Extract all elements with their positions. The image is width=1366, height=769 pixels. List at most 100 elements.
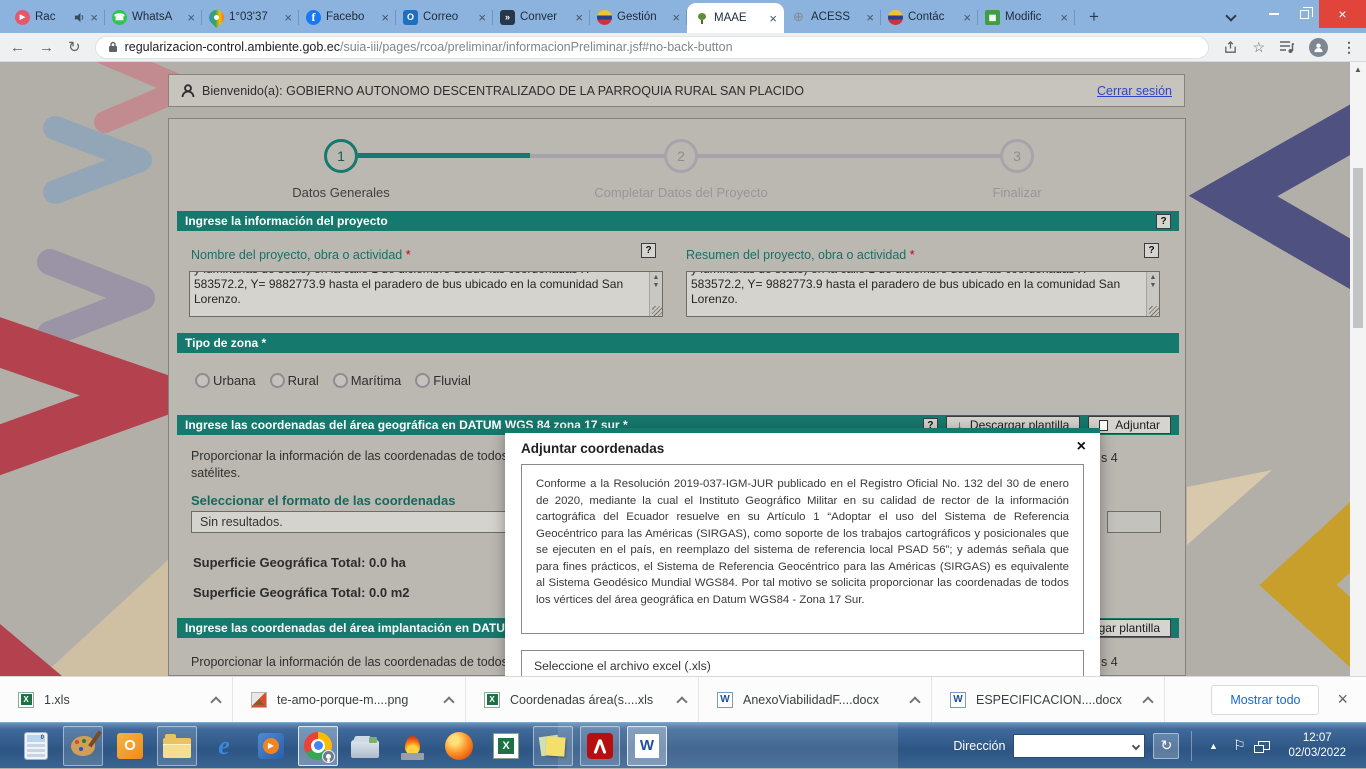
taskbar-excel-icon[interactable]: X <box>486 726 526 766</box>
chevron-up-icon[interactable] <box>676 696 687 707</box>
side-input-field[interactable] <box>1107 511 1161 533</box>
share-icon[interactable] <box>1223 40 1238 55</box>
tab-close-icon[interactable]: × <box>575 11 583 24</box>
browser-tab[interactable]: » Conver × <box>493 1 590 33</box>
download-item[interactable]: X Coordenadas área(s....xls <box>466 677 699 722</box>
bookmark-star-icon[interactable]: ☆ <box>1252 39 1265 56</box>
forward-icon[interactable]: → <box>39 40 54 55</box>
tab-close-icon[interactable]: × <box>1060 11 1068 24</box>
browser-tab-active[interactable]: MAAE × <box>687 3 784 33</box>
taskbar-chrome-icon[interactable] <box>298 726 338 766</box>
tab-search-chevron-icon[interactable] <box>1225 10 1236 21</box>
taskbar-icons: 0 O e ▶ X W <box>0 726 667 766</box>
go-refresh-button[interactable]: ↻ <box>1153 733 1179 759</box>
address-input[interactable] <box>1013 734 1145 758</box>
new-tab-button[interactable]: + <box>1081 4 1107 30</box>
maps-pin-icon <box>206 6 227 27</box>
browser-tab[interactable]: ☎ WhatsA × <box>105 1 202 33</box>
scroll-down-icon[interactable]: ▼ <box>1150 282 1157 289</box>
browser-tab[interactable]: Contác × <box>881 1 978 33</box>
taskbar-sticky-notes-icon[interactable] <box>533 726 573 766</box>
taskbar-burner-icon[interactable] <box>392 726 432 766</box>
browser-tab[interactable]: ▶ Rac × <box>8 1 105 33</box>
speaker-icon[interactable] <box>74 12 85 23</box>
help-button[interactable]: ? <box>641 243 656 258</box>
step-circle-3[interactable]: 3 <box>1000 139 1034 173</box>
chevron-up-icon[interactable] <box>909 696 920 707</box>
dialog-close-icon[interactable]: × <box>1077 438 1086 456</box>
file-select-field[interactable]: Seleccione el archivo excel (.xls) <box>521 650 1084 676</box>
download-item[interactable]: W ESPECIFICACION....docx <box>932 677 1165 722</box>
taskbar-media-player-icon[interactable]: ▶ <box>251 726 291 766</box>
network-icon[interactable] <box>1256 741 1274 750</box>
chevron-up-icon[interactable] <box>443 696 454 707</box>
download-item[interactable]: X 1.xls <box>0 677 233 722</box>
chevron-down-icon[interactable] <box>1132 741 1140 749</box>
taskbar-clock[interactable]: 12:07 02/03/2022 <box>1282 731 1358 761</box>
project-name-textarea[interactable]: y luminarias de sodio) en la calle 1 de … <box>189 271 663 317</box>
help-button[interactable]: ? <box>1144 243 1159 258</box>
help-button[interactable]: ? <box>1156 214 1171 229</box>
scroll-up-icon[interactable]: ▲ <box>653 274 660 281</box>
resize-handle[interactable] <box>652 306 662 316</box>
taskbar-outlook-icon[interactable]: O <box>110 726 150 766</box>
back-icon[interactable]: ← <box>10 40 25 55</box>
taskbar-firefox-icon[interactable] <box>439 726 479 766</box>
radio-fluvial[interactable] <box>415 373 430 388</box>
address-bar[interactable]: regularizacion-control.ambiente.gob.ec/s… <box>95 36 1210 59</box>
chevron-up-icon[interactable] <box>210 696 221 707</box>
minimize-button[interactable] <box>1259 0 1289 28</box>
profile-avatar[interactable] <box>1309 38 1328 57</box>
scrollbar-thumb[interactable] <box>1353 168 1363 328</box>
scrollbar-up-icon[interactable]: ▲ <box>1350 62 1366 76</box>
project-summary-textarea[interactable]: y luminarias de sodio) en la calle 1 de … <box>686 271 1160 317</box>
tab-close-icon[interactable]: × <box>187 11 195 24</box>
chevron-up-icon[interactable] <box>1142 696 1153 707</box>
taskbar-acrobat-icon[interactable] <box>580 726 620 766</box>
tab-close-icon[interactable]: × <box>866 11 874 24</box>
radio-urbana[interactable] <box>195 373 210 388</box>
tab-close-icon[interactable]: × <box>381 11 389 24</box>
taskbar-internet-explorer-icon[interactable]: e <box>204 726 244 766</box>
radio-rural[interactable] <box>270 373 285 388</box>
taskbar-word-icon[interactable]: W <box>627 726 667 766</box>
tab-close-icon[interactable]: × <box>769 12 777 25</box>
window-close-button[interactable]: × <box>1319 0 1366 28</box>
browser-tab[interactable]: ▦ Modific × <box>978 1 1075 33</box>
tab-close-icon[interactable]: × <box>284 11 292 24</box>
url-path: /suia-iii/pages/rcoa/preliminar/informac… <box>340 40 733 54</box>
browser-tab[interactable]: ⊕ ACESS × <box>784 1 881 33</box>
page-scrollbar[interactable]: ▲ <box>1350 62 1366 676</box>
browser-tab[interactable]: Gestión × <box>590 1 687 33</box>
radio-maritima[interactable] <box>333 373 348 388</box>
logout-link[interactable]: Cerrar sesión <box>1097 84 1172 98</box>
step-circle-1[interactable]: 1 <box>324 139 358 173</box>
show-hidden-icons[interactable]: ▲ <box>1204 741 1222 751</box>
download-item[interactable]: te-amo-porque-m....png <box>233 677 466 722</box>
tab-close-icon[interactable]: × <box>478 11 486 24</box>
tab-close-icon[interactable]: × <box>90 11 98 24</box>
taskbar-file-explorer-icon[interactable] <box>157 726 197 766</box>
tab-close-icon[interactable]: × <box>963 11 971 24</box>
tab-close-icon[interactable]: × <box>672 11 680 24</box>
scroll-down-icon[interactable]: ▼ <box>653 282 660 289</box>
scroll-up-icon[interactable]: ▲ <box>1150 274 1157 281</box>
browser-tab[interactable]: 1°03'37 × <box>202 1 299 33</box>
taskbar-calculator-icon[interactable]: 0 <box>16 726 56 766</box>
taskbar-paint-icon[interactable] <box>63 726 103 766</box>
taskbar-scanner-icon[interactable] <box>345 726 385 766</box>
reload-icon[interactable]: ↻ <box>68 40 81 55</box>
menu-kebab-icon[interactable]: ⋮ <box>1342 39 1356 56</box>
browser-tab[interactable]: f Facebo × <box>299 1 396 33</box>
download-item[interactable]: W AnexoViabilidadF....docx <box>699 677 932 722</box>
resize-handle[interactable] <box>1149 306 1159 316</box>
attach-button[interactable]: Adjuntar <box>1088 416 1171 434</box>
action-center-flag-icon[interactable]: ⚐ <box>1230 737 1248 754</box>
step-number: 3 <box>1013 148 1021 164</box>
media-playlist-icon[interactable] <box>1279 40 1295 54</box>
restore-button[interactable] <box>1289 0 1319 28</box>
show-all-downloads-button[interactable]: Mostrar todo <box>1211 685 1319 715</box>
downloads-bar-close-icon[interactable]: × <box>1337 689 1348 710</box>
step-circle-2[interactable]: 2 <box>664 139 698 173</box>
browser-tab[interactable]: O Correo × <box>396 1 493 33</box>
